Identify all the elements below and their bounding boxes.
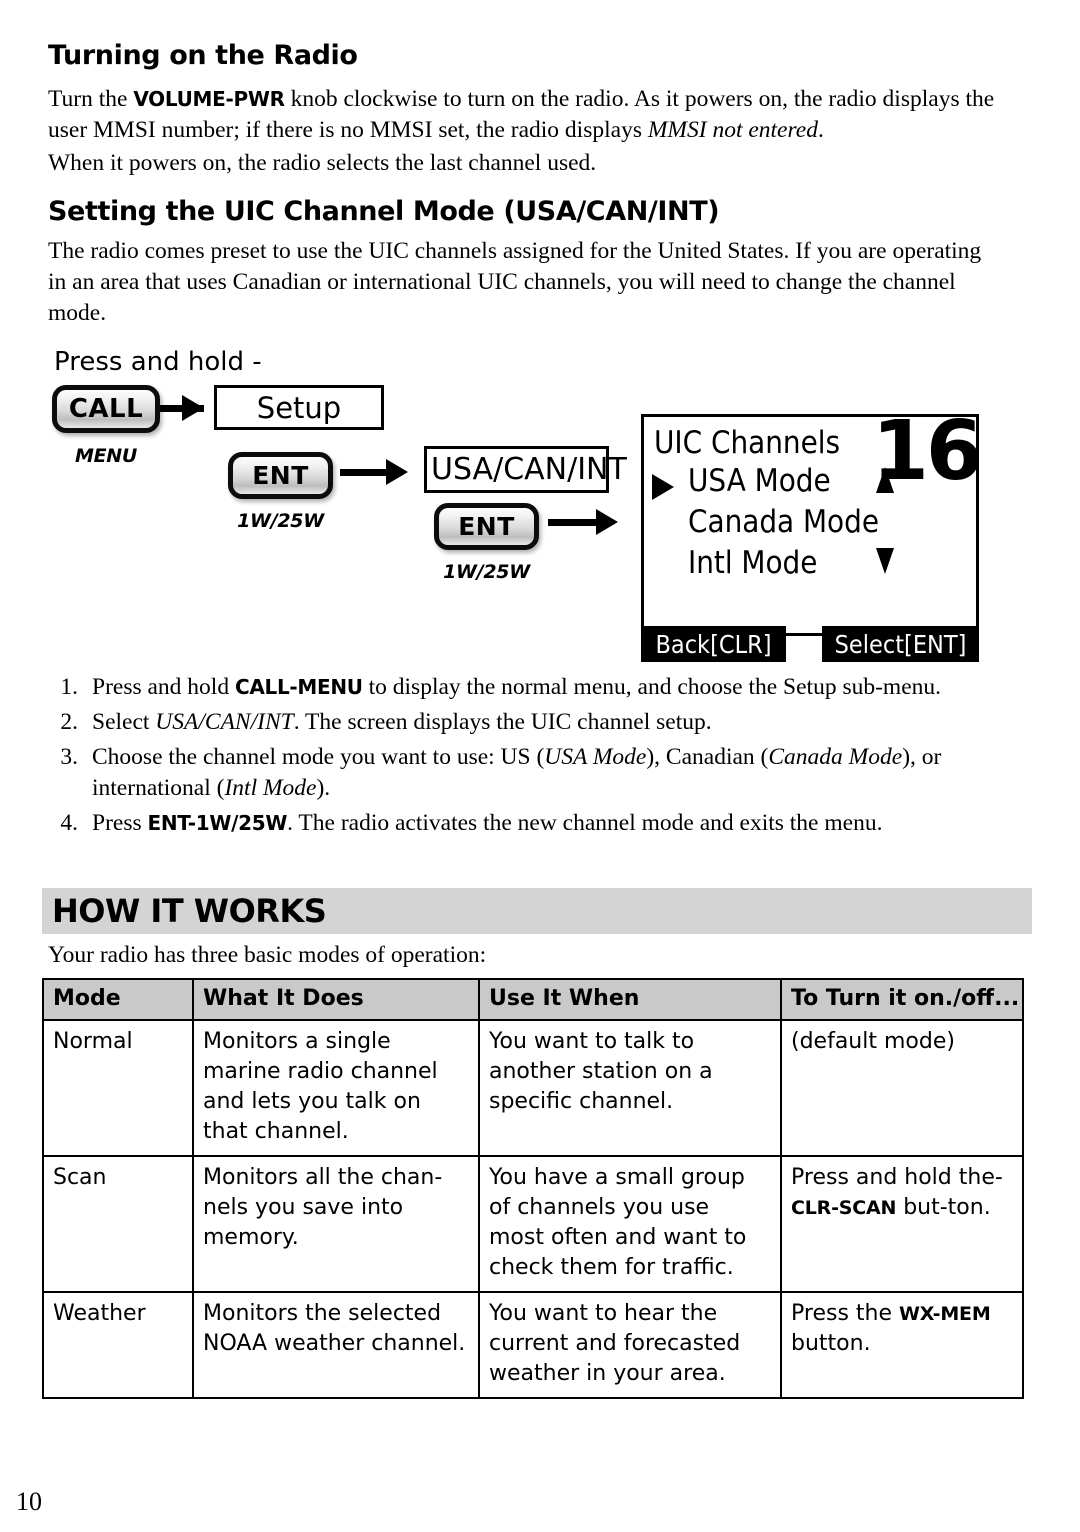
- lcd-softkey-back[interactable]: Back[CLR]: [641, 626, 786, 662]
- cell-mode: Normal: [42, 1019, 194, 1157]
- text-fragment: to display the normal menu, and choose t…: [362, 674, 942, 700]
- text-italic-usa-mode: USA Mode: [544, 744, 647, 770]
- list-item: 2. Select USA/CAN/INT. The screen display…: [48, 707, 1008, 738]
- page-number: 10: [16, 1487, 42, 1516]
- cell-mode: Weather: [42, 1291, 194, 1399]
- column-header-use-it-when: Use It When: [478, 978, 782, 1021]
- text-italic-canada-mode: Canada Mode: [768, 744, 903, 770]
- keycap-wx-mem: WX-MEM: [899, 1303, 991, 1325]
- lcd-selection-cursor-icon: [652, 474, 674, 500]
- ent-button-1-sublabel: 1W/25W: [237, 510, 324, 532]
- arrow-head-call-to-setup: [182, 395, 204, 421]
- scroll-up-arrow-icon: [876, 467, 894, 493]
- radio-lcd-screen: UIC Channels 16 USA Mode Canada Mode Int…: [641, 411, 983, 662]
- text-fragment: . The screen displays the UIC channel se…: [293, 709, 712, 735]
- column-header-to-turn-on-off: To Turn it on./off...: [780, 978, 1024, 1021]
- ent-button-2[interactable]: ENT: [434, 503, 539, 550]
- text-italic-usa-can-int: USA/CAN/INT: [155, 709, 294, 735]
- scroll-down-arrow-icon: [876, 548, 894, 574]
- cell-use-it-when: You want to talk to another station on a…: [478, 1019, 782, 1157]
- menu-box-usa-can-int-label: USA/CAN/INT: [431, 452, 627, 487]
- table-header-row: Mode What It Does Use It When To Turn it…: [42, 978, 1024, 1021]
- column-header-what-it-does: What It Does: [192, 978, 480, 1021]
- keycap-call-menu: CALL-MENU: [234, 675, 363, 699]
- cell-to-turn-on-off: Press and hold the- CLR-SCAN but-ton.: [780, 1155, 1024, 1293]
- cell-what-it-does: Monitors all the chan-nels you save into…: [192, 1155, 480, 1293]
- paragraph-how-it-works-intro: Your radio has three basic modes of oper…: [48, 942, 487, 968]
- table-row: Normal Monitors a single marine radio ch…: [42, 1019, 1024, 1157]
- cell-to-turn-on-off: (default mode): [780, 1019, 1024, 1157]
- ent-button-2-sublabel: 1W/25W: [443, 561, 530, 583]
- table-row: Weather Monitors the selected NOAA weath…: [42, 1291, 1024, 1399]
- text-fragment: button.: [791, 1331, 871, 1356]
- cell-use-it-when: You want to hear the current and forecas…: [478, 1291, 782, 1399]
- text-fragment: Press the: [791, 1301, 899, 1326]
- menu-box-setup[interactable]: Setup: [214, 385, 384, 430]
- keycap-ent-1w-25w: ENT-1W/25W: [147, 811, 288, 835]
- text-fragment: ).: [316, 775, 331, 801]
- list-item: 1. Press and hold CALL-MENU to display th…: [48, 672, 1008, 703]
- text-italic-intl-mode: Intl Mode: [224, 775, 317, 801]
- step-number: 2.: [60, 709, 78, 735]
- arrow-head-ent2-to-lcd: [596, 509, 618, 535]
- ent-button-1[interactable]: ENT: [228, 452, 333, 499]
- call-button-sublabel-menu: MENU: [74, 445, 138, 467]
- text-fragment: ), Canadian (: [646, 744, 769, 770]
- cell-what-it-does: Monitors a single marine radio channel a…: [192, 1019, 480, 1157]
- step-number: 4.: [60, 810, 78, 836]
- table-row: Scan Monitors all the chan-nels you save…: [42, 1155, 1024, 1293]
- menu-box-usa-can-int[interactable]: USA/CAN/INT: [424, 446, 627, 493]
- step-number: 1.: [60, 674, 78, 700]
- text-fragment: Select: [92, 709, 156, 735]
- menu-box-setup-label: Setup: [256, 390, 342, 425]
- text-fragment: Choose the channel mode you want to use:…: [92, 744, 545, 770]
- cell-mode: Scan: [42, 1155, 194, 1293]
- lcd-item-usa-mode[interactable]: USA Mode: [688, 463, 831, 499]
- step-number: 3.: [60, 744, 78, 770]
- section-title-how-it-works: HOW IT WORKS: [52, 892, 327, 930]
- lcd-softkey-select[interactable]: Select[ENT]: [822, 626, 979, 662]
- cell-what-it-does: Monitors the selected NOAA weather chann…: [192, 1291, 480, 1399]
- text-fragment: (default mode): [791, 1029, 955, 1054]
- keycap-clr-scan: CLR-SCAN: [791, 1197, 897, 1219]
- lcd-item-intl-mode[interactable]: Intl Mode: [688, 545, 817, 581]
- call-button-label: CALL: [68, 394, 144, 424]
- text-fragment: but-ton.: [896, 1195, 991, 1220]
- text-fragment: Press and hold: [92, 674, 235, 700]
- text-fragment: . The radio activates the new channel mo…: [287, 810, 883, 836]
- ent-button-2-label: ENT: [458, 512, 515, 541]
- column-header-mode: Mode: [42, 978, 194, 1021]
- section-band-how-it-works: HOW IT WORKS: [42, 888, 1032, 934]
- lcd-title-uic-channels: UIC Channels: [654, 425, 841, 461]
- cell-use-it-when: You have a small group of channels you u…: [478, 1155, 782, 1293]
- ent-button-1-label: ENT: [252, 461, 309, 490]
- call-menu-button[interactable]: CALL: [52, 385, 160, 433]
- manual-page: Turning on the Radio Turn the VOLUME-PWR…: [0, 0, 1080, 1532]
- list-item: 4. Press ENT-1W/25W. The radio activates …: [48, 808, 1008, 839]
- label-press-and-hold: Press and hold -: [54, 347, 262, 377]
- arrow-head-ent1-to-usacanint: [386, 459, 408, 485]
- uic-setup-steps-list: 1. Press and hold CALL-MENU to display th…: [48, 672, 1008, 843]
- modes-table: Mode What It Does Use It When To Turn it…: [42, 978, 1024, 1399]
- list-item: 3. Choose the channel mode you want to us…: [48, 742, 1008, 804]
- lcd-item-canada-mode[interactable]: Canada Mode: [688, 504, 879, 540]
- text-fragment: Press: [92, 810, 148, 836]
- text-fragment: Press and hold the-: [791, 1165, 1003, 1190]
- cell-to-turn-on-off: Press the WX-MEM button.: [780, 1291, 1024, 1399]
